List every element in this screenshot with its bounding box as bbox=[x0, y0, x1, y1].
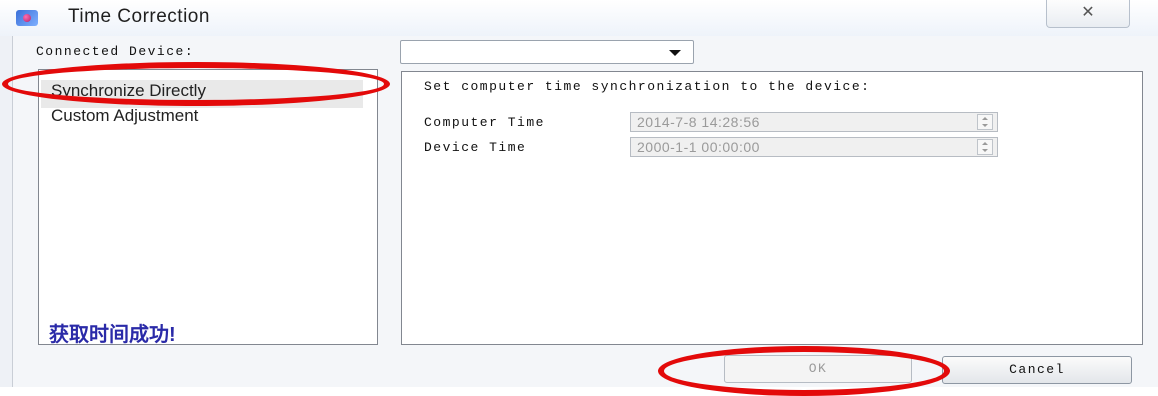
cancel-button[interactable]: Cancel bbox=[942, 356, 1132, 384]
spin-down-icon bbox=[982, 149, 988, 152]
title-bar: Time Correction ✕ bbox=[0, 0, 1158, 36]
time-correction-window: Time Correction ✕ Connected Device: Sync… bbox=[0, 0, 1158, 396]
status-message: 获取时间成功! bbox=[49, 324, 176, 346]
annotation-circle-synchronize bbox=[2, 62, 390, 106]
computer-time-label: Computer Time bbox=[424, 115, 545, 130]
annotation-circle-ok bbox=[658, 346, 950, 396]
window-title: Time Correction bbox=[68, 6, 210, 27]
computer-time-field: 2014-7-8 14:28:56 bbox=[630, 112, 998, 132]
sync-panel: Set computer time synchronization to the… bbox=[401, 71, 1143, 345]
device-time-value: 2000-1-1 00:00:00 bbox=[637, 139, 760, 155]
app-icon-dot bbox=[23, 14, 31, 22]
chevron-down-icon bbox=[669, 50, 681, 56]
spin-up-icon bbox=[982, 142, 988, 145]
device-time-field: 2000-1-1 00:00:00 bbox=[630, 137, 998, 157]
connected-device-label: Connected Device: bbox=[36, 44, 195, 59]
spin-down-icon bbox=[982, 124, 988, 127]
close-icon: ✕ bbox=[1081, 4, 1095, 21]
computer-time-value: 2014-7-8 14:28:56 bbox=[637, 114, 760, 130]
close-button[interactable]: ✕ bbox=[1046, 0, 1130, 28]
mode-item-custom-adjustment[interactable]: Custom Adjustment bbox=[51, 106, 198, 126]
computer-time-spinner bbox=[977, 114, 993, 130]
mode-list: Synchronize Directly Custom Adjustment 获… bbox=[38, 69, 378, 346]
device-time-label: Device Time bbox=[424, 140, 527, 155]
device-time-spinner bbox=[977, 139, 993, 155]
spin-up-icon bbox=[982, 117, 988, 120]
app-icon bbox=[16, 10, 38, 26]
sync-description: Set computer time synchronization to the… bbox=[424, 79, 871, 94]
connected-device-select[interactable] bbox=[400, 40, 694, 64]
